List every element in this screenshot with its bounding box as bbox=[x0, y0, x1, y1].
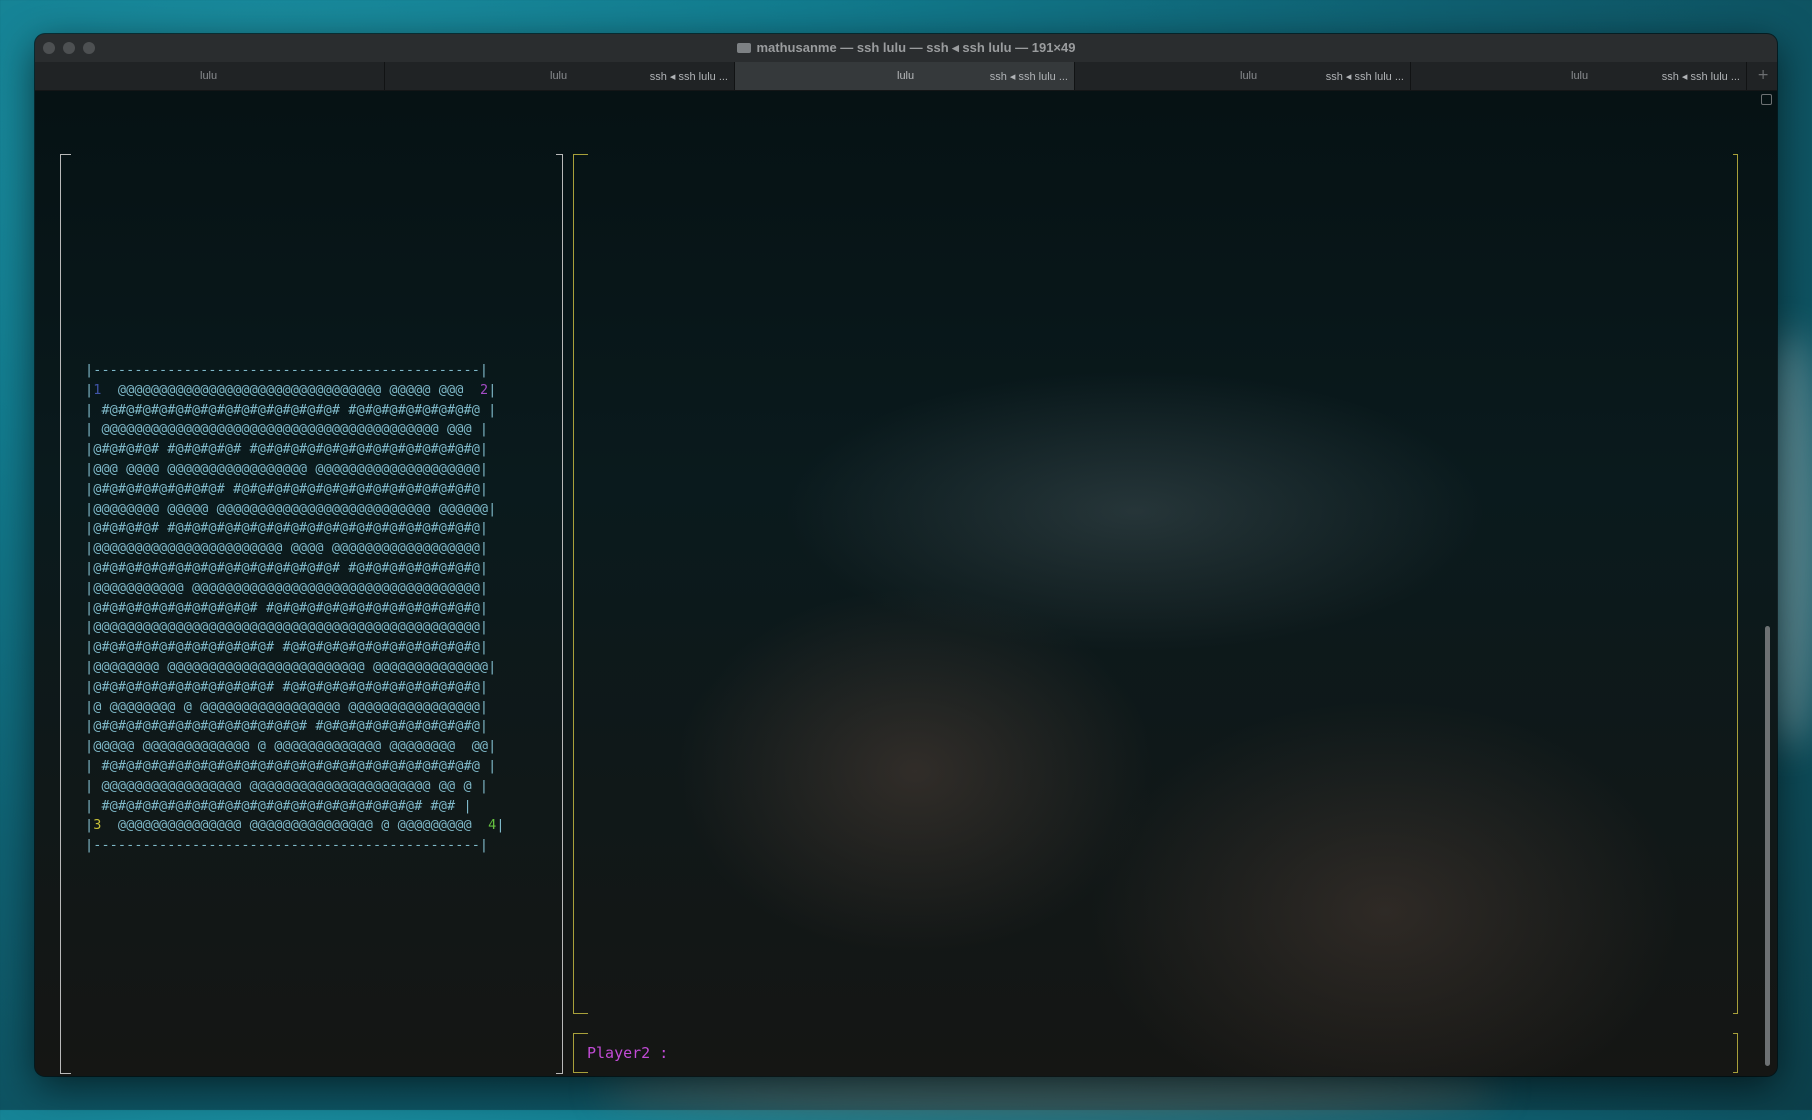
game-board: |---------------------------------------… bbox=[85, 361, 505, 856]
board-row: |@@@@@@@@ @@@@@@@@@@@@@@@@@@@@@@@@ @@@@@… bbox=[85, 658, 497, 675]
title-bar: mathusanme — ssh lulu — ssh ◂ ssh lulu —… bbox=[35, 34, 1777, 63]
board-row: |@#@#@#@#@#@#@#@#@#@#@#@#@# #@#@#@#@#@#@… bbox=[85, 718, 489, 735]
board-row: |@#@#@#@#@#@#@#@#@#@# #@#@#@#@#@#@#@#@#@… bbox=[85, 599, 489, 616]
player-corner-label: 4 bbox=[488, 817, 497, 834]
board-row: |@@@@@ @@@@@@@@@@@@@ @ @@@@@@@@@@@@@ @@@… bbox=[85, 738, 497, 755]
output-frame-right-bracket bbox=[1733, 154, 1738, 1014]
tab-subtitle: ssh ◂ ssh lulu ... bbox=[1325, 71, 1404, 83]
player-prompt: Player2 : bbox=[587, 1044, 669, 1062]
player-corner-label: 1 bbox=[93, 381, 102, 398]
tab-5[interactable]: lulu ssh ◂ ssh lulu ... bbox=[1411, 62, 1747, 90]
board-row: |@#@#@#@#@#@#@#@#@#@#@# #@#@#@#@#@#@#@#@… bbox=[85, 678, 489, 695]
board-row: | @@@@@@@@@@@@@@@@@@@@@@@@@@@@@@@@@@@@@@… bbox=[85, 421, 489, 438]
board-row: |@@@@@@@@ @@@@@ @@@@@@@@@@@@@@@@@@@@@@@@… bbox=[85, 500, 497, 517]
board-row: |@#@#@#@# #@#@#@#@# #@#@#@#@#@#@#@#@#@#@… bbox=[85, 441, 489, 458]
board-bottom-border: |---------------------------------------… bbox=[85, 837, 489, 854]
player-corner-label: 3 bbox=[93, 817, 102, 834]
window-title: mathusanme — ssh lulu — ssh ◂ ssh lulu —… bbox=[35, 40, 1777, 56]
board-row: | #@#@#@#@#@#@#@#@#@#@#@#@#@#@# #@#@#@#@… bbox=[85, 401, 497, 418]
board-row: | #@#@#@#@#@#@#@#@#@#@#@#@#@#@#@#@#@#@#@… bbox=[85, 757, 497, 774]
output-frame-left-bracket bbox=[573, 154, 588, 1014]
tab-label: lulu bbox=[897, 70, 915, 82]
scroll-up-button[interactable] bbox=[1761, 94, 1772, 105]
window-title-text: mathusanme — ssh lulu — ssh ◂ ssh lulu —… bbox=[756, 40, 1076, 55]
board-row: |@#@#@#@#@#@#@#@# #@#@#@#@#@#@#@#@#@#@#@… bbox=[85, 480, 489, 497]
tab-label: lulu bbox=[1571, 70, 1589, 82]
board-row: |@@@ @@@@ @@@@@@@@@@@@@@@@@ @@@@@@@@@@@@… bbox=[85, 460, 489, 477]
tab-3[interactable]: lulu ssh ◂ ssh lulu ... bbox=[735, 62, 1075, 90]
tab-1[interactable]: lulu bbox=[35, 62, 385, 90]
folder-icon bbox=[736, 43, 751, 53]
new-tab-button[interactable]: + bbox=[1757, 67, 1769, 83]
tab-label: lulu bbox=[200, 70, 218, 82]
board-row: |1 @@@@@@@@@@@@@@@@@@@@@@@@@@@@@@@@ @@@@… bbox=[85, 381, 497, 398]
board-frame-left-bracket bbox=[60, 154, 71, 1074]
board-top-border: |---------------------------------------… bbox=[85, 362, 489, 378]
board-row: | #@#@#@#@#@#@#@#@#@#@#@#@#@#@#@#@#@#@#@… bbox=[85, 797, 472, 814]
terminal-content[interactable]: |---------------------------------------… bbox=[35, 91, 1777, 1076]
tab-label: lulu bbox=[1240, 70, 1258, 82]
board-row: |@#@#@#@#@#@#@#@#@#@#@# #@#@#@#@#@#@#@#@… bbox=[85, 639, 489, 656]
terminal-window: mathusanme — ssh lulu — ssh ◂ ssh lulu —… bbox=[35, 34, 1777, 1076]
board-row: |@#@#@#@# #@#@#@#@#@#@#@#@#@#@#@#@#@#@#@… bbox=[85, 520, 489, 537]
tab-label: lulu bbox=[550, 70, 568, 82]
scrollbar-thumb[interactable] bbox=[1765, 626, 1770, 1066]
board-row: |3 @@@@@@@@@@@@@@@ @@@@@@@@@@@@@@@ @ @@@… bbox=[85, 817, 505, 834]
board-frame-right-bracket bbox=[556, 154, 563, 1074]
prompt-frame-right-bracket bbox=[1733, 1033, 1738, 1073]
board-row: |@@@@@@@@@@@@@@@@@@@@@@@ @@@@ @@@@@@@@@@… bbox=[85, 540, 489, 557]
tab-subtitle: ssh ◂ ssh lulu ... bbox=[989, 71, 1068, 83]
tab-bar: lulu lulu ssh ◂ ssh lulu ... lulu ssh ◂ … bbox=[35, 62, 1777, 91]
board-row: |@@@@@@@@@@@ @@@@@@@@@@@@@@@@@@@@@@@@@@@… bbox=[85, 579, 489, 596]
tab-subtitle: ssh ◂ ssh lulu ... bbox=[1661, 71, 1740, 83]
board-row: | @@@@@@@@@@@@@@@@@ @@@@@@@@@@@@@@@@@@@@… bbox=[85, 777, 489, 794]
player-corner-label: 2 bbox=[479, 381, 489, 398]
board-row: |@ @@@@@@@@ @ @@@@@@@@@@@@@@@@@ @@@@@@@@… bbox=[85, 698, 489, 715]
board-row: |@#@#@#@#@#@#@#@#@#@#@#@#@#@#@# #@#@#@#@… bbox=[85, 559, 489, 576]
board-rows: |1 @@@@@@@@@@@@@@@@@@@@@@@@@@@@@@@@ @@@@… bbox=[85, 382, 505, 834]
prompt-frame-left-bracket bbox=[573, 1033, 588, 1073]
board-row: |@@@@@@@@@@@@@@@@@@@@@@@@@@@@@@@@@@@@@@@… bbox=[85, 619, 489, 636]
tab-2[interactable]: lulu ssh ◂ ssh lulu ... bbox=[385, 62, 735, 90]
tab-subtitle: ssh ◂ ssh lulu ... bbox=[649, 71, 728, 83]
tab-4[interactable]: lulu ssh ◂ ssh lulu ... bbox=[1075, 62, 1411, 90]
